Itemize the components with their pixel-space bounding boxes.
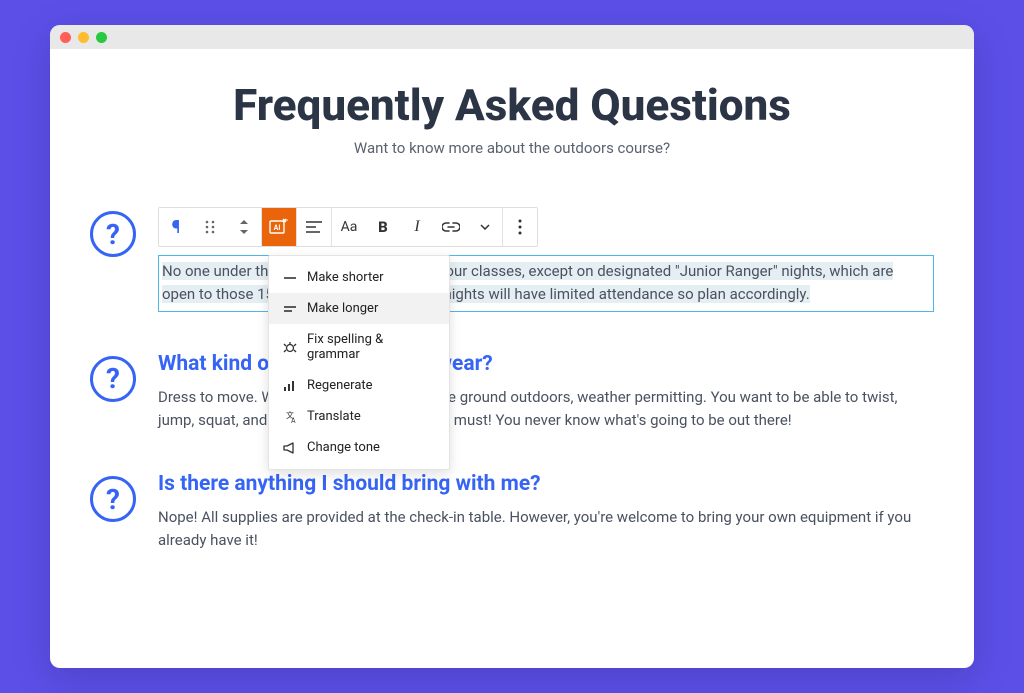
- menu-translate[interactable]: 文A Translate: [269, 401, 449, 432]
- ai-assist-menu: Make shorter Make longer Fix spelling & …: [268, 255, 450, 470]
- page-title: Frequently Asked Questions: [90, 79, 934, 131]
- window-title-bar: [50, 25, 974, 49]
- svg-text:AI: AI: [274, 224, 281, 232]
- paragraph-button[interactable]: ¶: [159, 208, 193, 246]
- window-close-button[interactable]: [60, 32, 71, 43]
- faq-item: ? ¶: [90, 207, 934, 312]
- menu-make-longer[interactable]: Make longer: [269, 293, 449, 324]
- svg-text:A: A: [291, 417, 296, 424]
- link-button[interactable]: [434, 208, 468, 246]
- shorter-icon: [283, 275, 297, 281]
- italic-button[interactable]: I: [400, 208, 434, 246]
- bug-icon: [283, 340, 297, 354]
- faq-list: ? ¶: [90, 207, 934, 553]
- regenerate-icon: [283, 380, 297, 392]
- menu-fix-spelling-grammar[interactable]: Fix spelling & grammar: [269, 324, 449, 370]
- browser-window: Frequently Asked Questions Want to know …: [50, 25, 974, 668]
- translate-icon: 文A: [283, 410, 297, 424]
- ai-assist-button[interactable]: AI: [262, 208, 296, 246]
- menu-make-shorter[interactable]: Make shorter: [269, 262, 449, 293]
- letter-case-button[interactable]: Aa: [332, 208, 366, 246]
- more-options-button[interactable]: [503, 208, 537, 246]
- menu-item-label: Change tone: [307, 440, 380, 455]
- window-maximize-button[interactable]: [96, 32, 107, 43]
- block-toolbar: ¶ AI: [158, 207, 538, 247]
- menu-item-label: Make longer: [307, 301, 378, 316]
- faq-item: ? Is there anything I should bring with …: [90, 472, 934, 553]
- align-button[interactable]: [297, 208, 331, 246]
- megaphone-icon: [283, 442, 297, 454]
- faq-question: Is there anything I should bring with me…: [158, 472, 934, 496]
- faq-answer: Nope! All supplies are provided at the c…: [158, 506, 934, 553]
- menu-item-label: Translate: [307, 409, 361, 424]
- move-arrows[interactable]: [227, 208, 261, 246]
- menu-item-label: Make shorter: [307, 270, 384, 285]
- question-mark-icon: ?: [90, 476, 136, 522]
- drag-handle[interactable]: [193, 208, 227, 246]
- question-mark-icon: ?: [90, 211, 136, 257]
- page-subtitle: Want to know more about the outdoors cou…: [90, 139, 934, 157]
- more-formatting-dropdown[interactable]: [468, 208, 502, 246]
- window-minimize-button[interactable]: [78, 32, 89, 43]
- menu-item-label: Fix spelling & grammar: [307, 332, 435, 362]
- menu-item-label: Regenerate: [307, 378, 373, 393]
- menu-regenerate[interactable]: Regenerate: [269, 370, 449, 401]
- page-content: Frequently Asked Questions Want to know …: [50, 49, 974, 668]
- editing-block: ¶ AI: [158, 207, 934, 312]
- longer-icon: [283, 304, 297, 314]
- question-mark-icon: ?: [90, 356, 136, 402]
- faq-item: ? What kind of clothes should I wear? Dr…: [90, 352, 934, 433]
- bold-button[interactable]: B: [366, 208, 400, 246]
- menu-change-tone[interactable]: Change tone: [269, 432, 449, 463]
